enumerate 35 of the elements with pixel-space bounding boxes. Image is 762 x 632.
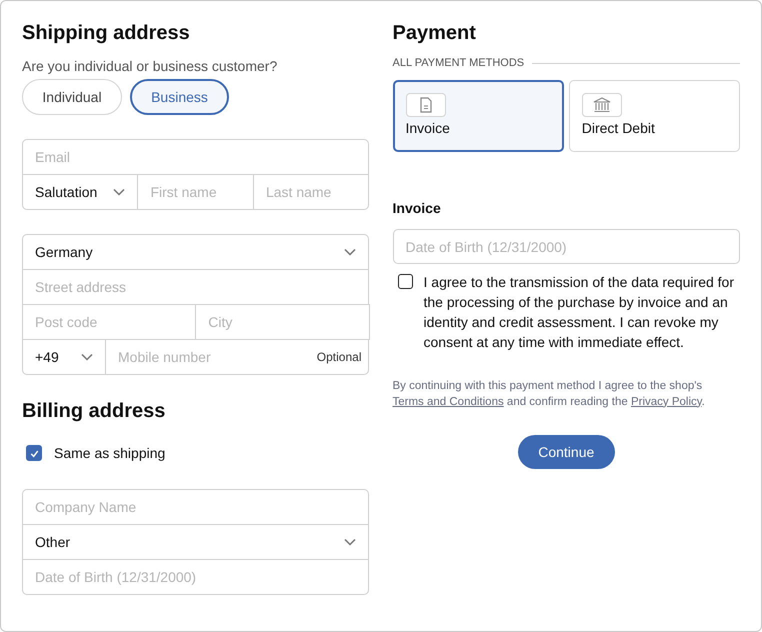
salutation-select[interactable]: Salutation xyxy=(22,174,138,210)
last-name-field[interactable]: Last name xyxy=(252,174,370,210)
chevron-down-icon xyxy=(344,248,356,256)
customer-type-button[interactable]: Individual xyxy=(22,79,122,115)
chevron-down-icon xyxy=(113,188,126,196)
legal-notice: By continuing with this payment method I agree to the shop's Terms and Conditions and confirm reading the Privacy Policy. xyxy=(392,379,706,410)
section-title: Shipping address xyxy=(22,21,191,46)
section-title: Billing address xyxy=(22,399,166,424)
payment-method-card[interactable]: Direct Debit xyxy=(568,80,740,152)
legal-link[interactable]: Privacy Policy xyxy=(630,396,702,408)
payment-method-card[interactable]: Invoice xyxy=(392,80,564,152)
optional-label: Optional xyxy=(316,350,362,364)
customer-type-button[interactable]: Business xyxy=(130,79,229,115)
checkbox[interactable] xyxy=(398,274,412,289)
bank-icon xyxy=(592,97,611,113)
chevron-down-icon xyxy=(344,538,356,546)
section-title: Invoice xyxy=(392,200,442,216)
street-field[interactable]: Street address xyxy=(22,269,368,305)
question-text: Are you individual or business customer? xyxy=(22,58,278,74)
checkbox[interactable] xyxy=(26,445,42,461)
dial-code-select[interactable]: +49 xyxy=(22,339,106,375)
legal-link[interactable]: Terms and Conditions xyxy=(392,396,504,408)
methods-heading: ALL PAYMENT METHODS xyxy=(392,57,524,69)
continue-button[interactable]: Continue xyxy=(518,435,615,469)
company-name-field[interactable]: Company Name xyxy=(22,489,368,525)
email-field[interactable]: Email xyxy=(22,139,368,175)
section-title: Payment xyxy=(392,21,477,46)
consent-text: I agree to the transmission of the data required for the processing of the purchase by invoice and an identity and credit assessment. I can revoke my consent at any time with immediate effect. xyxy=(424,273,736,352)
checkbox-label: Same as shipping xyxy=(54,445,166,461)
chevron-down-icon xyxy=(81,353,93,361)
date-of-birth-field[interactable]: Date of Birth (12/31/2000) xyxy=(22,559,368,595)
salutation-select[interactable]: Other xyxy=(22,524,368,560)
document-icon xyxy=(418,97,432,113)
date-of-birth-field[interactable]: Date of Birth (12/31/2000) xyxy=(392,229,740,264)
country-select[interactable]: Germany xyxy=(22,234,368,270)
